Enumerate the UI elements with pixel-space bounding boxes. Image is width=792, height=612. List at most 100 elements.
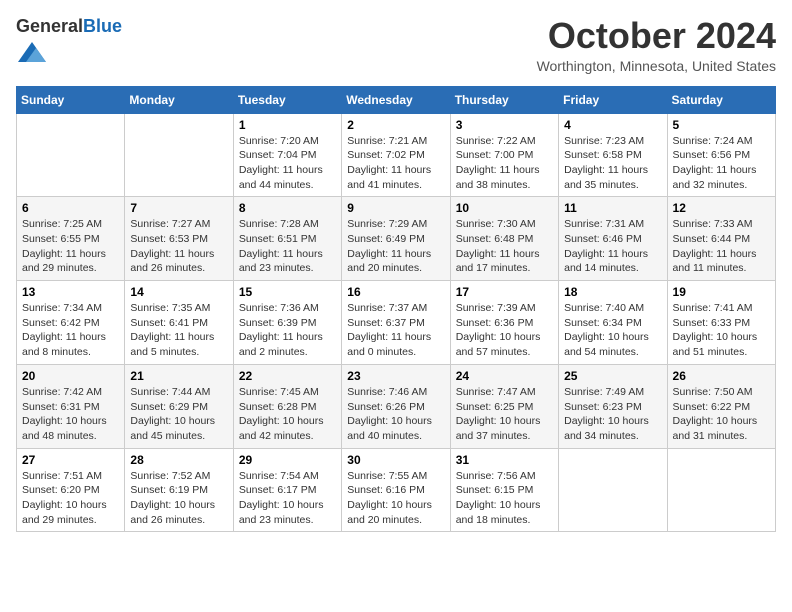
calendar-cell — [125, 113, 233, 197]
calendar-cell: 15 Sunrise: 7:36 AM Sunset: 6:39 PM Dayli… — [233, 281, 341, 365]
day-number: 14 — [130, 285, 227, 299]
calendar-week-row: 20 Sunrise: 7:42 AM Sunset: 6:31 PM Dayli… — [17, 364, 776, 448]
calendar-cell: 26 Sunrise: 7:50 AM Sunset: 6:22 PM Dayli… — [667, 364, 775, 448]
calendar-cell: 2 Sunrise: 7:21 AM Sunset: 7:02 PM Daylig… — [342, 113, 450, 197]
day-number: 13 — [22, 285, 119, 299]
day-info: Sunrise: 7:51 AM Sunset: 6:20 PM Dayligh… — [22, 469, 119, 528]
day-number: 21 — [130, 369, 227, 383]
calendar-cell: 1Sunrise: 7:20 AM Sunset: 7:04 PM Daylig… — [233, 113, 341, 197]
day-info: Sunrise: 7:44 AM Sunset: 6:29 PM Dayligh… — [130, 385, 227, 444]
day-info: Sunrise: 7:45 AM Sunset: 6:28 PM Dayligh… — [239, 385, 336, 444]
day-number: 1 — [239, 118, 336, 132]
calendar-week-row: 6Sunrise: 7:25 AM Sunset: 6:55 PM Daylig… — [17, 197, 776, 281]
calendar-cell: 6Sunrise: 7:25 AM Sunset: 6:55 PM Daylig… — [17, 197, 125, 281]
calendar-week-row: 27 Sunrise: 7:51 AM Sunset: 6:20 PM Dayli… — [17, 448, 776, 532]
calendar-cell: 18Sunrise: 7:40 AM Sunset: 6:34 PM Dayli… — [559, 281, 667, 365]
day-info: Sunrise: 7:50 AM Sunset: 6:22 PM Dayligh… — [673, 385, 770, 444]
calendar-cell: 13 Sunrise: 7:34 AM Sunset: 6:42 PM Dayli… — [17, 281, 125, 365]
weekday-header-thursday: Thursday — [450, 86, 558, 113]
weekday-header-friday: Friday — [559, 86, 667, 113]
calendar-cell: 29 Sunrise: 7:54 AM Sunset: 6:17 PM Dayli… — [233, 448, 341, 532]
day-number: 3 — [456, 118, 553, 132]
weekday-header-wednesday: Wednesday — [342, 86, 450, 113]
calendar-cell: 25 Sunrise: 7:49 AM Sunset: 6:23 PM Dayli… — [559, 364, 667, 448]
day-number: 19 — [673, 285, 770, 299]
calendar-cell: 8Sunrise: 7:28 AM Sunset: 6:51 PM Daylig… — [233, 197, 341, 281]
calendar-cell: 5 Sunrise: 7:24 AM Sunset: 6:56 PM Daylig… — [667, 113, 775, 197]
day-info: Sunrise: 7:33 AM Sunset: 6:44 PM Dayligh… — [673, 217, 770, 276]
day-info: Sunrise: 7:27 AM Sunset: 6:53 PM Dayligh… — [130, 217, 227, 276]
calendar-cell: 28 Sunrise: 7:52 AM Sunset: 6:19 PM Dayli… — [125, 448, 233, 532]
title-block: October 2024 Worthington, Minnesota, Uni… — [537, 16, 776, 74]
day-number: 29 — [239, 453, 336, 467]
day-info: Sunrise: 7:36 AM Sunset: 6:39 PM Dayligh… — [239, 301, 336, 360]
day-number: 23 — [347, 369, 444, 383]
day-info: Sunrise: 7:28 AM Sunset: 6:51 PM Dayligh… — [239, 217, 336, 276]
day-info: Sunrise: 7:37 AM Sunset: 6:37 PM Dayligh… — [347, 301, 444, 360]
day-number: 16 — [347, 285, 444, 299]
calendar-week-row: 13 Sunrise: 7:34 AM Sunset: 6:42 PM Dayli… — [17, 281, 776, 365]
day-info: Sunrise: 7:41 AM Sunset: 6:33 PM Dayligh… — [673, 301, 770, 360]
day-info: Sunrise: 7:52 AM Sunset: 6:19 PM Dayligh… — [130, 469, 227, 528]
day-number: 26 — [673, 369, 770, 383]
day-number: 5 — [673, 118, 770, 132]
day-number: 10 — [456, 201, 553, 215]
day-info: Sunrise: 7:47 AM Sunset: 6:25 PM Dayligh… — [456, 385, 553, 444]
day-info: Sunrise: 7:29 AM Sunset: 6:49 PM Dayligh… — [347, 217, 444, 276]
logo-general: General — [16, 16, 83, 36]
day-number: 17 — [456, 285, 553, 299]
weekday-header-tuesday: Tuesday — [233, 86, 341, 113]
calendar-cell: 12Sunrise: 7:33 AM Sunset: 6:44 PM Dayli… — [667, 197, 775, 281]
calendar-cell: 14 Sunrise: 7:35 AM Sunset: 6:41 PM Dayli… — [125, 281, 233, 365]
day-info: Sunrise: 7:30 AM Sunset: 6:48 PM Dayligh… — [456, 217, 553, 276]
day-number: 30 — [347, 453, 444, 467]
day-info: Sunrise: 7:35 AM Sunset: 6:41 PM Dayligh… — [130, 301, 227, 360]
calendar-cell: 17 Sunrise: 7:39 AM Sunset: 6:36 PM Dayli… — [450, 281, 558, 365]
day-number: 22 — [239, 369, 336, 383]
day-number: 27 — [22, 453, 119, 467]
weekday-header-monday: Monday — [125, 86, 233, 113]
day-number: 15 — [239, 285, 336, 299]
calendar-table: SundayMondayTuesdayWednesdayThursdayFrid… — [16, 86, 776, 533]
calendar-cell — [559, 448, 667, 532]
day-info: Sunrise: 7:46 AM Sunset: 6:26 PM Dayligh… — [347, 385, 444, 444]
logo: GeneralBlue — [16, 16, 122, 71]
day-info: Sunrise: 7:39 AM Sunset: 6:36 PM Dayligh… — [456, 301, 553, 360]
location: Worthington, Minnesota, United States — [537, 58, 776, 74]
day-number: 18 — [564, 285, 661, 299]
weekday-header-sunday: Sunday — [17, 86, 125, 113]
calendar-cell: 27 Sunrise: 7:51 AM Sunset: 6:20 PM Dayli… — [17, 448, 125, 532]
month-title: October 2024 — [537, 16, 776, 56]
day-info: Sunrise: 7:34 AM Sunset: 6:42 PM Dayligh… — [22, 301, 119, 360]
weekday-header-saturday: Saturday — [667, 86, 775, 113]
calendar-cell: 30Sunrise: 7:55 AM Sunset: 6:16 PM Dayli… — [342, 448, 450, 532]
calendar-cell: 9Sunrise: 7:29 AM Sunset: 6:49 PM Daylig… — [342, 197, 450, 281]
day-info: Sunrise: 7:31 AM Sunset: 6:46 PM Dayligh… — [564, 217, 661, 276]
logo-blue: Blue — [83, 16, 122, 36]
calendar-cell: 31 Sunrise: 7:56 AM Sunset: 6:15 PM Dayli… — [450, 448, 558, 532]
day-info: Sunrise: 7:49 AM Sunset: 6:23 PM Dayligh… — [564, 385, 661, 444]
calendar-cell: 7Sunrise: 7:27 AM Sunset: 6:53 PM Daylig… — [125, 197, 233, 281]
day-number: 2 — [347, 118, 444, 132]
calendar-cell: 20 Sunrise: 7:42 AM Sunset: 6:31 PM Dayli… — [17, 364, 125, 448]
day-info: Sunrise: 7:22 AM Sunset: 7:00 PM Dayligh… — [456, 134, 553, 193]
calendar-cell: 16 Sunrise: 7:37 AM Sunset: 6:37 PM Dayli… — [342, 281, 450, 365]
day-info: Sunrise: 7:24 AM Sunset: 6:56 PM Dayligh… — [673, 134, 770, 193]
day-info: Sunrise: 7:54 AM Sunset: 6:17 PM Dayligh… — [239, 469, 336, 528]
calendar-cell: 11Sunrise: 7:31 AM Sunset: 6:46 PM Dayli… — [559, 197, 667, 281]
calendar-cell: 19 Sunrise: 7:41 AM Sunset: 6:33 PM Dayli… — [667, 281, 775, 365]
day-number: 20 — [22, 369, 119, 383]
day-number: 24 — [456, 369, 553, 383]
calendar-cell: 3 Sunrise: 7:22 AM Sunset: 7:00 PM Daylig… — [450, 113, 558, 197]
calendar-cell: 10 Sunrise: 7:30 AM Sunset: 6:48 PM Dayli… — [450, 197, 558, 281]
day-number: 6 — [22, 201, 119, 215]
day-info: Sunrise: 7:21 AM Sunset: 7:02 PM Dayligh… — [347, 134, 444, 193]
day-info: Sunrise: 7:56 AM Sunset: 6:15 PM Dayligh… — [456, 469, 553, 528]
calendar-cell: 23 Sunrise: 7:46 AM Sunset: 6:26 PM Dayli… — [342, 364, 450, 448]
day-info: Sunrise: 7:23 AM Sunset: 6:58 PM Dayligh… — [564, 134, 661, 193]
day-info: Sunrise: 7:42 AM Sunset: 6:31 PM Dayligh… — [22, 385, 119, 444]
day-number: 31 — [456, 453, 553, 467]
day-number: 25 — [564, 369, 661, 383]
page-header: GeneralBlue October 2024 Worthington, Mi… — [16, 16, 776, 74]
day-number: 28 — [130, 453, 227, 467]
